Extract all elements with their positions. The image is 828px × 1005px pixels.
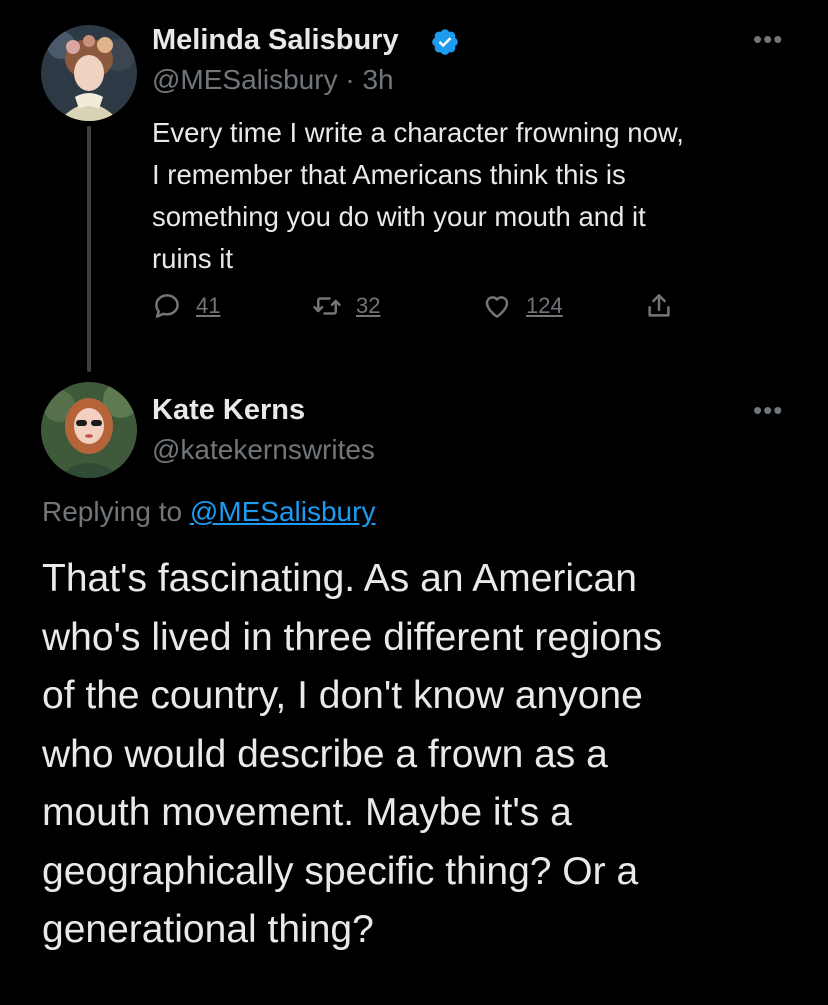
more-options-icon[interactable]: ••• <box>753 26 783 52</box>
tweet-text: Every time I write a character frowning … <box>152 112 802 280</box>
reply-text-line: of the country, I don't know anyone <box>42 674 643 717</box>
author-display-name[interactable]: Kate Kerns <box>152 394 305 427</box>
retweet-count: 32 <box>356 293 381 318</box>
heart-icon <box>485 296 509 318</box>
verified-badge-icon <box>432 29 458 55</box>
avatar[interactable] <box>41 382 137 478</box>
reply-text: That's fascinating. As an American who's… <box>42 550 812 960</box>
author-handle[interactable]: @katekernswrites <box>152 434 375 465</box>
reply-text-line: who would describe a frown as a <box>42 732 608 776</box>
tweet-text-line: Every time I write a character frowning … <box>152 117 684 148</box>
like-button[interactable]: 124 <box>482 291 563 321</box>
more-options-icon[interactable]: ••• <box>753 397 783 423</box>
reply-text-line: who's lived in three different regions <box>42 615 663 659</box>
replying-to-label: Replying to <box>42 496 183 527</box>
reply-count: 41 <box>196 293 221 318</box>
reply-button[interactable]: 41 <box>152 291 220 321</box>
tweet-actions: 41 32 124 <box>152 291 712 327</box>
avatar-image <box>41 25 137 121</box>
reply-icon <box>155 294 179 318</box>
tweet-text-line: something you do with your mouth and it <box>152 201 646 232</box>
reply-text-line: geographically specific thing? Or a <box>42 849 639 893</box>
like-count: 124 <box>526 293 563 318</box>
thread-connector <box>87 126 91 372</box>
avatar[interactable] <box>41 25 137 121</box>
author-display-name[interactable]: Melinda Salisbury <box>152 24 399 57</box>
author-handle-line: @katekernswrites <box>152 434 375 466</box>
author-handle-line: @MESalisbury · 3h <box>152 64 394 96</box>
replying-to-line: Replying to @MESalisbury <box>42 496 375 528</box>
author-handle[interactable]: @MESalisbury <box>152 64 338 95</box>
retweet-button[interactable]: 32 <box>312 291 380 321</box>
replying-to-link[interactable]: @MESalisbury <box>190 496 376 527</box>
tweet-text-line: ruins it <box>152 243 233 274</box>
avatar-image <box>41 382 137 478</box>
separator-dot: · <box>345 64 355 95</box>
share-button[interactable] <box>644 291 674 321</box>
reply-text-line: mouth movement. Maybe it's a <box>42 791 572 834</box>
retweet-icon <box>313 297 341 315</box>
tweet-text-line: I remember that Americans think this is <box>152 159 626 190</box>
timestamp[interactable]: 3h <box>362 64 393 95</box>
share-icon <box>648 294 670 317</box>
reply-text-line: That's fascinating. As an American <box>42 557 637 600</box>
reply-text-line: generational thing? <box>42 908 374 951</box>
